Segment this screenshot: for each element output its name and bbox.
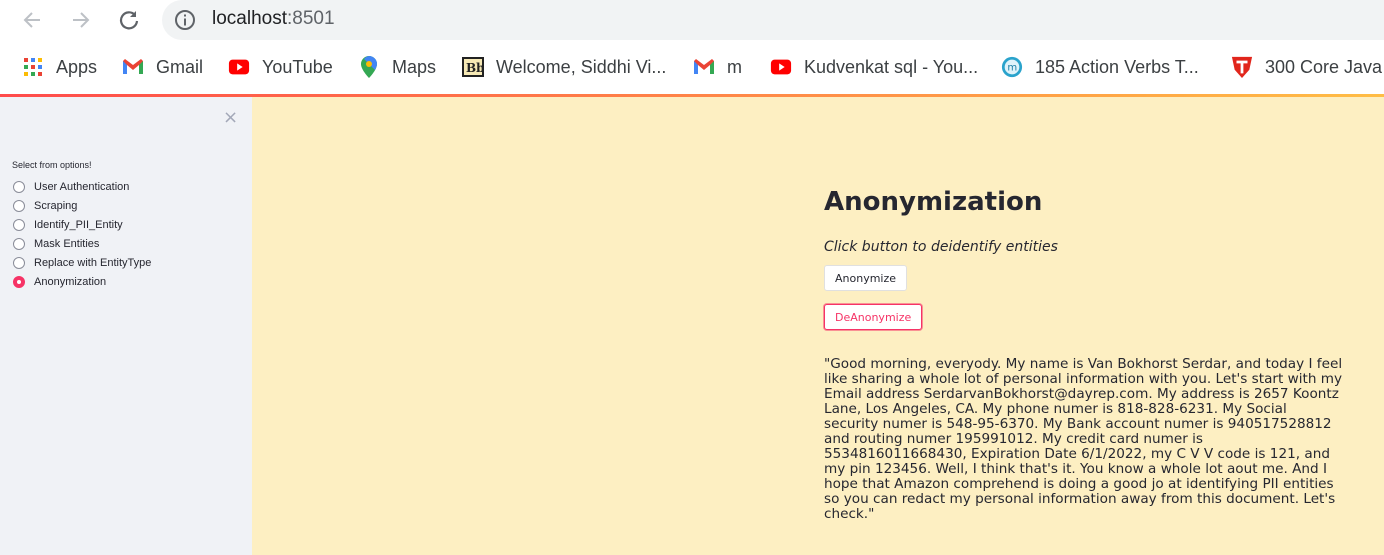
- info-icon: [175, 10, 195, 30]
- radio-option-label: Replace with EntityType: [34, 257, 152, 269]
- blackboard-icon: Bb: [462, 56, 484, 78]
- gmail-icon: [693, 56, 715, 78]
- forward-button[interactable]: [67, 6, 95, 34]
- radio-option-replace-with-entitytype[interactable]: Replace with EntityType: [13, 255, 151, 271]
- radio-option-label: Anonymization: [34, 276, 107, 288]
- bookmark-label: m: [727, 56, 742, 77]
- bookmark-label: Kudvenkat sql - You...: [804, 56, 979, 77]
- back-button[interactable]: [18, 6, 46, 34]
- text-line: 5534816011668430, Expiration Date 6/1/20…: [824, 446, 1330, 462]
- close-icon: ×: [223, 107, 239, 128]
- t-shield-icon: [1231, 56, 1253, 78]
- bookmark-label: Maps: [392, 56, 437, 77]
- arrow-right-icon: [73, 12, 90, 28]
- radio-button-selected[interactable]: [13, 276, 25, 288]
- bookmark-label: Gmail: [156, 56, 204, 77]
- bookmark-kudvenkat[interactable]: Kudvenkat sql - You...: [770, 52, 978, 82]
- url-host: localhost: [212, 8, 287, 29]
- document-text: "Good morning, everyody. My name is Van …: [824, 357, 1352, 522]
- text-line: Email address SerdarvanBokhorst@dayrep.c…: [824, 386, 1339, 402]
- bookmark-gmail[interactable]: Gmail: [122, 52, 203, 82]
- text-line: "Good morning, everyody. My name is Van …: [824, 356, 1343, 372]
- radio-button[interactable]: [13, 257, 25, 269]
- maps-pin-icon: [358, 56, 380, 78]
- bookmark-maps[interactable]: Maps: [358, 52, 436, 82]
- text-line: and routing numer 195991012. My credit c…: [824, 431, 1204, 447]
- page-subtitle: Click button to deidentify entities: [824, 239, 1058, 255]
- m-circle-icon: m: [1001, 56, 1023, 78]
- deanonymize-button[interactable]: DeAnonymize: [824, 304, 923, 330]
- text-line: security numer is 548-95-6370. My Bank a…: [824, 416, 1332, 432]
- reload-button[interactable]: [115, 6, 143, 34]
- apps-grid-icon: [22, 56, 44, 78]
- url-text: localhost:8501: [212, 8, 335, 30]
- bookmark-core-java[interactable]: 300 Core Java: [1231, 52, 1382, 82]
- radio-option-user-authentication[interactable]: User Authentication: [13, 179, 129, 195]
- bookmark-welcome[interactable]: Bb Welcome, Siddhi Vi...: [462, 52, 666, 82]
- radio-option-identify-pii-entity[interactable]: Identify_PII_Entity: [13, 217, 123, 233]
- radio-option-anonymization[interactable]: Anonymization: [13, 274, 106, 290]
- radio-option-label: Identify_PII_Entity: [34, 219, 123, 231]
- text-line: Lane, Los Angeles, CA. My phone numer is…: [824, 401, 1287, 417]
- svg-text:m: m: [1007, 63, 1017, 74]
- browser-toolbar: localhost:8501: [0, 0, 1384, 40]
- radio-group-label: Select from options!: [12, 160, 92, 170]
- radio-option-scraping[interactable]: Scraping: [13, 198, 77, 214]
- bookmark-youtube[interactable]: YouTube: [228, 52, 333, 82]
- youtube-icon: [228, 56, 250, 78]
- text-line: my pin 123456. Well, I think that's it. …: [824, 461, 1327, 477]
- bookmarks-bar: Apps Gmail YouTube Maps Bb Welcome, Sidd…: [0, 44, 1384, 90]
- radio-option-mask-entities[interactable]: Mask Entities: [13, 236, 99, 252]
- bookmark-action-verbs[interactable]: m 185 Action Verbs T...: [1001, 52, 1199, 82]
- bookmark-apps[interactable]: Apps: [22, 52, 97, 82]
- reload-icon: [119, 11, 139, 30]
- close-sidebar-button[interactable]: ×: [223, 107, 238, 128]
- anonymize-button[interactable]: Anonymize: [824, 265, 908, 291]
- text-line: so you can redact my personal informatio…: [824, 491, 1336, 507]
- radio-option-label: Mask Entities: [34, 238, 100, 250]
- bookmark-label: Welcome, Siddhi Vi...: [496, 56, 667, 77]
- radio-option-label: User Authentication: [34, 181, 130, 193]
- text-line: check.": [824, 506, 875, 522]
- main-content: Anonymization Click button to deidentify…: [252, 97, 1384, 555]
- gmail-icon: [122, 56, 144, 78]
- svg-text:Bb: Bb: [466, 61, 484, 75]
- radio-button[interactable]: [13, 238, 25, 250]
- radio-option-label: Scraping: [34, 200, 78, 212]
- address-bar[interactable]: localhost:8501: [162, 0, 1384, 40]
- bookmark-label: YouTube: [262, 56, 333, 77]
- radio-button[interactable]: [13, 219, 25, 231]
- page-title: Anonymization: [824, 187, 1043, 217]
- bookmark-m[interactable]: m: [693, 52, 742, 82]
- bookmark-label: 185 Action Verbs T...: [1035, 56, 1199, 77]
- radio-button[interactable]: [13, 200, 25, 212]
- youtube-icon: [770, 56, 792, 78]
- bookmark-label: Apps: [56, 56, 98, 77]
- radio-button[interactable]: [13, 181, 25, 193]
- url-port: :8501: [287, 8, 335, 29]
- text-line: like sharing a whole lot of personal inf…: [824, 371, 1343, 387]
- arrow-left-icon: [23, 12, 40, 28]
- bookmark-label: 300 Core Java: [1265, 56, 1383, 77]
- text-line: hope that Amazon comprehend is doing a g…: [824, 476, 1334, 492]
- sidebar: × Select from options! User Authenticati…: [0, 97, 252, 555]
